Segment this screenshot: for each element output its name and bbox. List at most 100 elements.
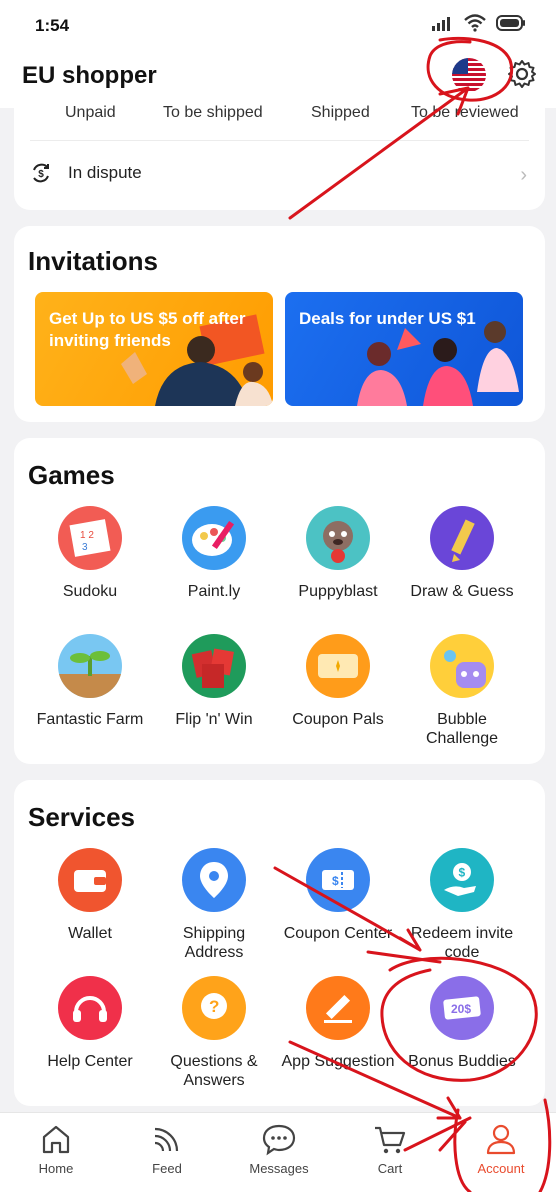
- divider: [30, 140, 529, 141]
- grid-label: Puppyblast: [298, 583, 378, 600]
- tab-feed[interactable]: Feed: [122, 1121, 212, 1176]
- game-fantastic-farm[interactable]: Fantastic Farm: [28, 634, 152, 729]
- in-dispute-label: In dispute: [68, 163, 142, 182]
- account-icon: [486, 1124, 516, 1155]
- game-puppyblast[interactable]: Puppyblast: [276, 506, 400, 601]
- game-bubble-challenge[interactable]: Bubble Challenge: [400, 634, 524, 748]
- tab-messages[interactable]: Messages: [234, 1121, 324, 1176]
- invite-banner-text: Get Up to US $5 off after inviting frien…: [49, 309, 246, 350]
- edit-icon: [306, 976, 370, 1040]
- orders-card: Unpaid To be shipped Shipped To be revie…: [14, 96, 545, 210]
- chat-icon: [262, 1124, 296, 1156]
- grid-label: Redeem invite code: [410, 925, 514, 961]
- deals-banner-text: Deals for under US $1: [299, 309, 476, 328]
- bottom-tab-bar: Home Feed Messages Cart Account: [0, 1112, 556, 1192]
- tab-label: Cart: [377, 1161, 403, 1176]
- wifi-icon: [464, 14, 486, 32]
- bubble-icon: [430, 634, 494, 698]
- game-paintly[interactable]: Paint.ly: [152, 506, 276, 601]
- svg-text:$: $: [38, 169, 44, 180]
- service-redeem-invite-code[interactable]: $ Redeem invite code: [400, 848, 524, 962]
- grid-label: App Suggestion: [281, 1053, 395, 1070]
- tab-label: Messages: [249, 1161, 309, 1176]
- grid-label: Fantastic Farm: [36, 711, 144, 728]
- tab-home[interactable]: Home: [11, 1121, 101, 1176]
- tab-label: Feed: [152, 1161, 182, 1176]
- service-help-center[interactable]: Help Center: [28, 976, 152, 1071]
- games-title: Games: [28, 460, 115, 490]
- coupon-icon: [306, 634, 370, 698]
- tab-label: Account: [477, 1161, 525, 1176]
- service-shipping-address[interactable]: Shipping Address: [152, 848, 276, 962]
- chevron-right-icon: ›: [520, 164, 527, 186]
- tab-cart[interactable]: Cart: [345, 1121, 435, 1176]
- grid-label: Help Center: [47, 1053, 133, 1070]
- tab-label: Home: [38, 1161, 74, 1176]
- invitations-card: Invitations Get Up to US $5 off after in…: [14, 226, 545, 422]
- grid-label: Bonus Buddies: [408, 1053, 516, 1070]
- wallet-icon: [58, 848, 122, 912]
- deals-banner[interactable]: Deals for under US $1: [285, 292, 523, 406]
- status-bar: 1:54: [0, 0, 556, 50]
- grid-label: Coupon Pals: [292, 711, 384, 728]
- services-card: Services Wallet Shipping Address $ Coupo…: [14, 780, 545, 1106]
- grid-label: Questions & Answers: [170, 1053, 258, 1089]
- grid-label: Wallet: [68, 925, 112, 942]
- services-title: Services: [28, 802, 135, 832]
- grid-label: Draw & Guess: [410, 583, 514, 600]
- svg-text:?: ?: [209, 997, 219, 1016]
- question-icon: ?: [182, 976, 246, 1040]
- game-flip-n-win[interactable]: Flip 'n' Win: [152, 634, 276, 729]
- svg-text:1 2: 1 2: [80, 530, 94, 541]
- palette-icon: [182, 506, 246, 570]
- grid-label: Sudoku: [62, 583, 118, 600]
- us-flag-icon[interactable]: [452, 58, 486, 92]
- service-coupon-center[interactable]: $ Coupon Center: [276, 848, 400, 943]
- games-card: Games 1 23 Sudoku Paint.ly Puppyblast Dr…: [14, 438, 545, 764]
- svg-text:$: $: [459, 866, 466, 880]
- grid-label: Shipping Address: [182, 925, 246, 961]
- service-questions-answers[interactable]: ? Questions & Answers: [152, 976, 276, 1090]
- page-title: EU shopper: [22, 62, 157, 89]
- feed-icon: [154, 1127, 179, 1152]
- grid-label: Paint.ly: [187, 583, 241, 600]
- home-icon: [42, 1125, 70, 1154]
- service-wallet[interactable]: Wallet: [28, 848, 152, 943]
- service-bonus-buddies[interactable]: 20$ Bonus Buddies: [400, 976, 524, 1071]
- status-icons: [432, 14, 526, 32]
- svg-text:20$: 20$: [451, 1002, 471, 1016]
- battery-icon: [496, 15, 525, 31]
- svg-text:3: 3: [82, 542, 88, 553]
- game-draw-guess[interactable]: Draw & Guess: [400, 506, 524, 601]
- pencil-icon: [430, 506, 494, 570]
- grid-label: Coupon Center: [283, 925, 393, 942]
- grid-label: Flip 'n' Win: [175, 711, 253, 728]
- signal-icon: [432, 17, 450, 31]
- order-tab-to-be-reviewed[interactable]: To be reviewed: [411, 104, 519, 122]
- sudoku-icon: 1 23: [58, 506, 122, 570]
- invite-friends-banner[interactable]: Get Up to US $5 off after inviting frien…: [35, 292, 273, 406]
- location-pin-icon: [182, 848, 246, 912]
- service-app-suggestion[interactable]: App Suggestion: [276, 976, 400, 1071]
- grid-label: Bubble Challenge: [425, 711, 499, 747]
- in-dispute-row[interactable]: $ In dispute ›: [30, 156, 529, 190]
- invitations-title: Invitations: [28, 246, 159, 276]
- puppy-icon: [306, 506, 370, 570]
- ticket-icon: $: [306, 848, 370, 912]
- status-time: 1:54: [35, 16, 70, 35]
- headset-icon: [58, 976, 122, 1040]
- cards-icon: [182, 634, 246, 698]
- gear-icon[interactable]: [506, 58, 538, 90]
- svg-text:$: $: [332, 874, 339, 888]
- dispute-icon: $: [33, 163, 49, 183]
- order-tab-shipped[interactable]: Shipped: [311, 104, 370, 122]
- plant-icon: [58, 634, 122, 698]
- game-sudoku[interactable]: 1 23 Sudoku: [28, 506, 152, 601]
- order-tab-to-be-shipped[interactable]: To be shipped: [163, 104, 263, 122]
- game-coupon-pals[interactable]: Coupon Pals: [276, 634, 400, 729]
- coin-hand-icon: $: [430, 848, 494, 912]
- tab-account[interactable]: Account: [456, 1121, 546, 1176]
- bill-icon: 20$: [430, 976, 494, 1040]
- cart-icon: [375, 1126, 406, 1154]
- order-tab-unpaid[interactable]: Unpaid: [65, 104, 116, 122]
